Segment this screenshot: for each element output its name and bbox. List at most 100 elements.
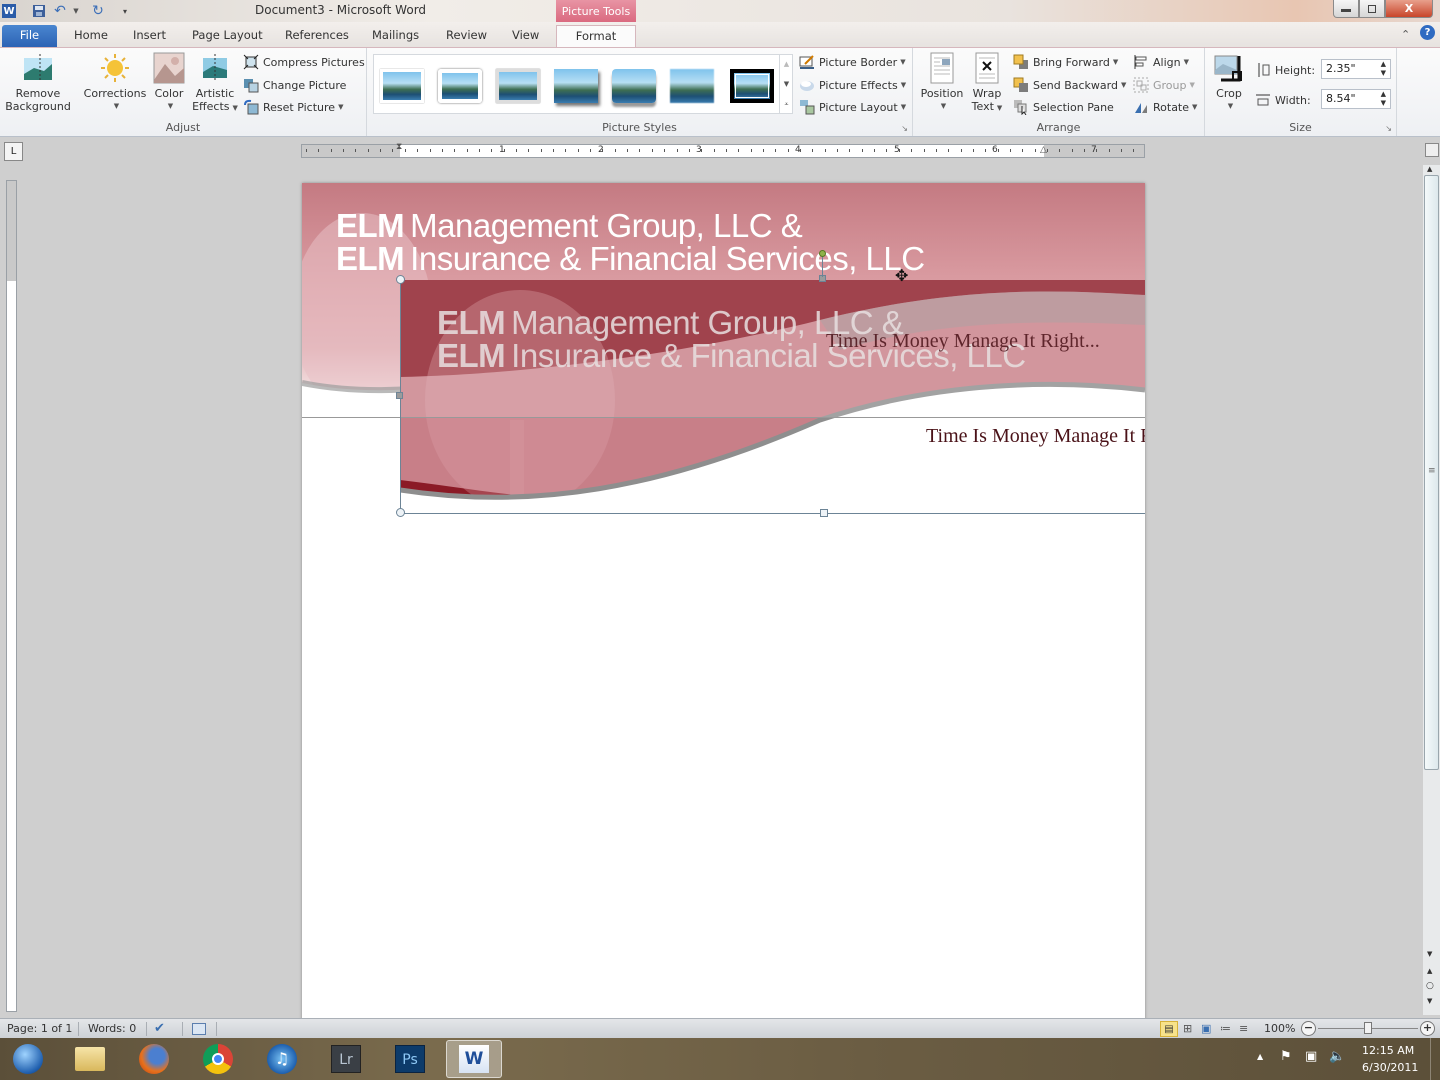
artistic-effects-button[interactable]: Artistic Effects ▼ (190, 52, 240, 115)
restore-button[interactable] (1359, 0, 1385, 18)
width-input[interactable]: 8.54" ▲ ▼ (1321, 89, 1391, 109)
resize-handle-top-left[interactable] (396, 275, 405, 284)
picture-styles-dialog-launcher-icon[interactable]: ↘ (901, 124, 908, 133)
selected-picture[interactable]: ELM Management Group, LLC & ELM Insurance … (400, 280, 1145, 513)
action-center-flag-icon[interactable]: ⚑ (1280, 1049, 1292, 1064)
zoom-level[interactable]: 100% (1264, 1021, 1295, 1037)
tab-format[interactable]: Format (556, 25, 636, 47)
height-spinner-icon[interactable]: ▲ ▼ (1381, 60, 1386, 78)
taskbar-lightroom[interactable]: Lr (318, 1040, 374, 1078)
tab-selector[interactable]: L (4, 142, 23, 161)
height-input[interactable]: 2.35" ▲ ▼ (1321, 59, 1391, 79)
volume-icon[interactable]: 🔈 (1329, 1049, 1345, 1064)
tab-view[interactable]: View (504, 25, 547, 47)
corrections-button[interactable]: Corrections ▼ (82, 52, 148, 113)
print-layout-view-icon[interactable]: ▤ (1160, 1021, 1178, 1037)
resize-handle-bottom[interactable] (820, 509, 828, 517)
full-screen-reading-icon[interactable]: ⊞ (1183, 1021, 1192, 1037)
taskbar-word[interactable]: W (446, 1040, 502, 1078)
tab-home[interactable]: Home (66, 25, 116, 47)
page-count[interactable]: Page: 1 of 1 (7, 1021, 72, 1037)
scroll-up-icon[interactable]: ▲ (1427, 165, 1432, 173)
redo-icon[interactable]: ↻ (90, 3, 106, 19)
picture-layout-button[interactable]: Picture Layout ▼ (799, 97, 906, 117)
taskbar-explorer[interactable] (62, 1040, 118, 1078)
minimize-ribbon-icon[interactable]: ⌃ (1401, 28, 1410, 41)
picture-style-7[interactable] (730, 69, 774, 103)
show-desktop-button[interactable] (1430, 1038, 1440, 1080)
compress-pictures-button[interactable]: Compress Pictures (243, 52, 365, 72)
macro-recording-icon[interactable] (192, 1023, 206, 1035)
rotation-handle[interactable] (819, 250, 826, 257)
remove-background-button[interactable]: Remove Background (4, 52, 72, 113)
resize-handle-bottom-left[interactable] (396, 508, 405, 517)
picture-style-6[interactable] (670, 69, 714, 103)
taskbar-photoshop[interactable]: Ps (382, 1040, 438, 1078)
gallery-down-icon[interactable]: ▼ (780, 74, 793, 94)
network-icon[interactable]: ▣ (1305, 1049, 1317, 1064)
reset-picture-button[interactable]: Reset Picture ▼ (243, 97, 343, 117)
undo-dropdown-icon[interactable]: ▼ (73, 3, 79, 19)
picture-style-3[interactable] (496, 69, 540, 103)
vertical-ruler[interactable] (6, 180, 17, 1012)
help-icon[interactable]: ? (1420, 25, 1435, 40)
show-hidden-icons[interactable]: ▲ (1257, 1052, 1263, 1061)
clock-date[interactable]: 6/30/2011 (1362, 1061, 1418, 1074)
size-dialog-launcher-icon[interactable]: ↘ (1385, 124, 1392, 133)
selection-pane-button[interactable]: Selection Pane (1013, 97, 1114, 117)
word-count[interactable]: Words: 0 (88, 1021, 136, 1037)
document-page[interactable]: ELM Management Group, LLC & ELM Insurance … (302, 183, 1145, 1020)
wrap-text-button[interactable]: Wrap Text ▼ (967, 52, 1007, 115)
gallery-up-icon[interactable]: ▲ (780, 54, 793, 74)
change-picture-button[interactable]: Change Picture (243, 75, 346, 95)
vertical-scrollbar[interactable]: ▲ ≡ ▼ ▲ ○ ▼ (1423, 143, 1440, 1015)
picture-style-4[interactable] (554, 69, 598, 103)
proofing-icon[interactable]: ✔ (154, 1021, 165, 1037)
tab-review[interactable]: Review (438, 25, 495, 47)
align-button[interactable]: Align ▼ (1133, 52, 1189, 72)
zoom-in-icon[interactable]: + (1420, 1021, 1435, 1036)
rotate-button[interactable]: Rotate ▼ (1133, 97, 1197, 117)
customize-qat-icon[interactable]: ▾ (117, 3, 133, 19)
bring-forward-button[interactable]: Bring Forward ▼ (1013, 52, 1118, 72)
clock-time[interactable]: 12:15 AM (1362, 1044, 1414, 1057)
first-line-indent-marker[interactable]: ⧗ (396, 142, 402, 152)
send-backward-button[interactable]: Send Backward ▼ (1013, 75, 1126, 95)
close-button[interactable]: X (1385, 0, 1433, 18)
picture-effects-button[interactable]: Picture Effects ▼ (799, 75, 906, 95)
taskbar-itunes[interactable]: ♫ (254, 1040, 310, 1078)
picture-style-5[interactable] (612, 69, 656, 103)
outline-view-icon[interactable]: ≔ (1220, 1021, 1231, 1037)
tab-file[interactable]: File (2, 25, 57, 47)
web-layout-icon[interactable]: ▣ (1201, 1021, 1211, 1037)
undo-icon[interactable]: ↶ (52, 3, 68, 19)
taskbar-chrome[interactable] (190, 1040, 246, 1078)
save-icon[interactable] (31, 3, 47, 19)
view-ruler-icon[interactable] (1425, 143, 1439, 157)
right-indent-marker[interactable]: △ (1040, 145, 1047, 155)
word-app-icon[interactable]: W (2, 4, 16, 18)
start-button[interactable] (0, 1040, 56, 1078)
resize-handle-left[interactable] (396, 392, 403, 399)
scrollbar-thumb[interactable]: ≡ (1424, 175, 1439, 770)
zoom-slider-thumb[interactable] (1364, 1022, 1372, 1034)
crop-button[interactable]: Crop ▼ (1209, 52, 1249, 113)
gallery-more-icon[interactable]: ⩡ (780, 94, 793, 114)
taskbar-firefox[interactable] (126, 1040, 182, 1078)
horizontal-ruler[interactable]: 1 2 3 4 5 6 7 ⧗ △ (301, 142, 1145, 158)
previous-page-icon[interactable]: ▲ (1427, 967, 1432, 975)
group-button[interactable]: Group ▼ (1133, 75, 1195, 95)
picture-style-2[interactable] (438, 69, 482, 103)
color-button[interactable]: Color ▼ (150, 52, 188, 113)
picture-border-button[interactable]: Picture Border ▼ (799, 52, 906, 72)
picture-style-1[interactable] (380, 69, 424, 103)
position-button[interactable]: Position ▼ (917, 52, 967, 113)
width-spinner-icon[interactable]: ▲ ▼ (1381, 90, 1386, 108)
tab-mailings[interactable]: Mailings (364, 25, 427, 47)
tab-page-layout[interactable]: Page Layout (184, 25, 271, 47)
minimize-button[interactable] (1333, 0, 1359, 18)
tab-references[interactable]: References (277, 25, 357, 47)
zoom-out-icon[interactable]: − (1301, 1021, 1316, 1036)
browse-object-icon[interactable]: ○ (1426, 981, 1434, 991)
scroll-down-icon[interactable]: ▼ (1427, 950, 1432, 958)
